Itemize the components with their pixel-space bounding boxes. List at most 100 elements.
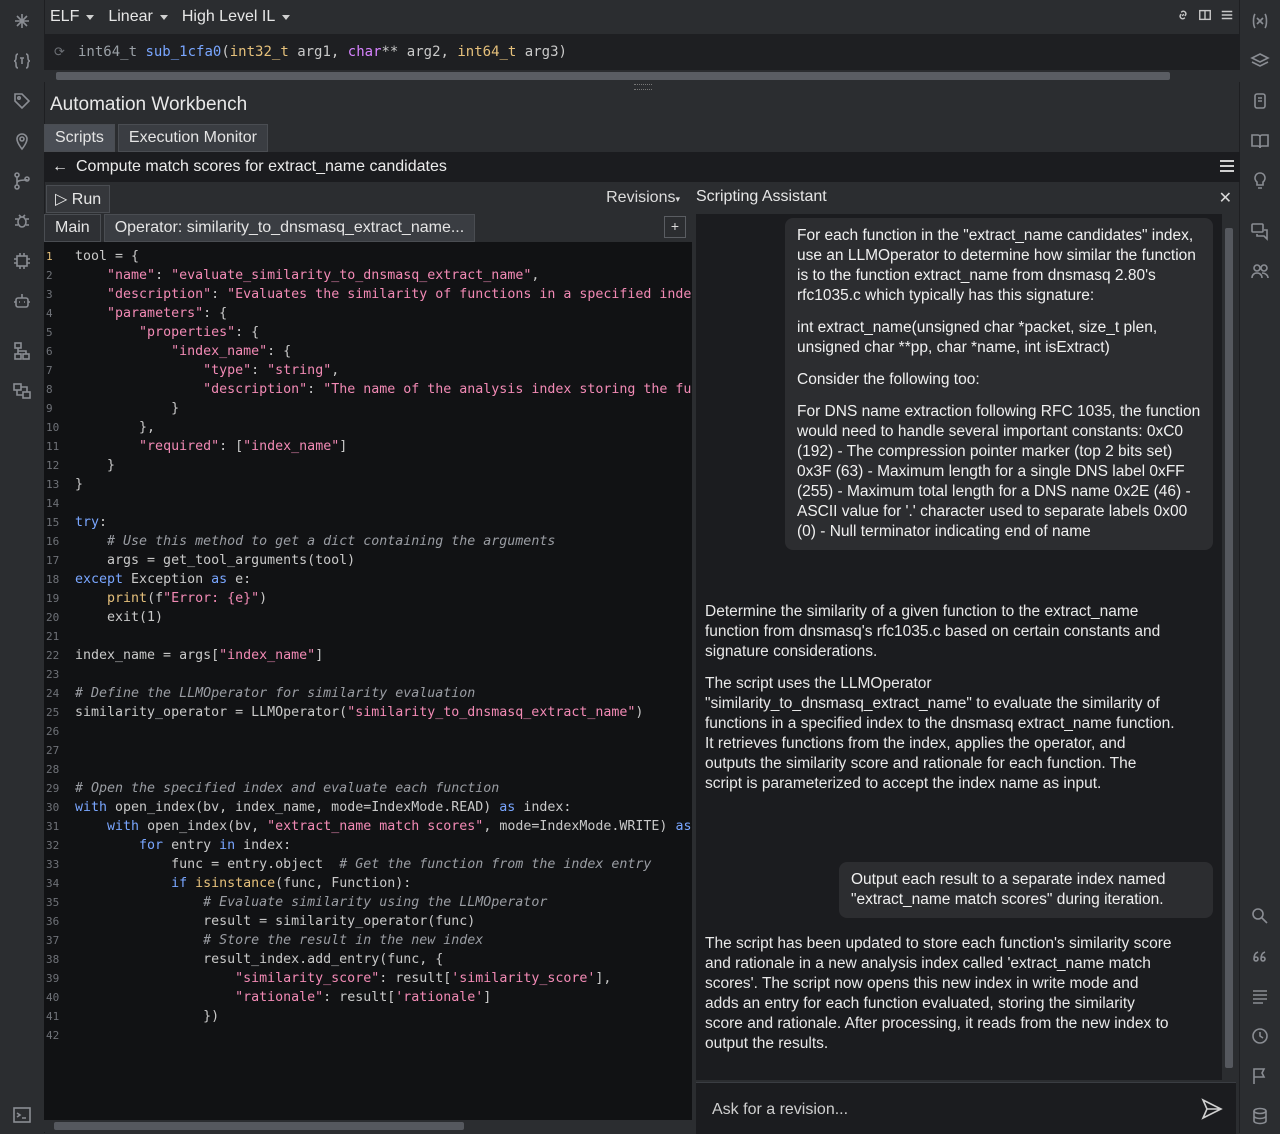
add-tab-button[interactable]: + — [664, 216, 686, 238]
tab-execution-monitor[interactable]: Execution Monitor — [117, 124, 268, 152]
code-line[interactable]: with open_index(bv, "extract_name match … — [75, 817, 692, 836]
back-arrow-icon[interactable]: ← — [52, 158, 68, 176]
code-line[interactable]: exit(1) — [75, 608, 692, 627]
code-token: "index_name" — [219, 648, 316, 663]
code-line[interactable]: } — [75, 456, 692, 475]
split-view-icon[interactable] — [1198, 8, 1212, 22]
location-icon[interactable] — [0, 126, 44, 156]
code-line[interactable]: # Use this method to get a dict containi… — [75, 532, 692, 551]
code-line[interactable]: "name": "evaluate_similarity_to_dnsmasq_… — [75, 266, 692, 285]
layout-dropdown[interactable]: Linear — [108, 8, 168, 26]
code-line[interactable]: "description": "Evaluates the similarity… — [75, 285, 692, 304]
code-line[interactable]: }, — [75, 418, 692, 437]
resize-grip[interactable] — [634, 84, 652, 90]
editor-hscrollbar[interactable] — [44, 1120, 692, 1132]
link-icon[interactable] — [1176, 8, 1190, 22]
code-token: ) — [259, 591, 268, 606]
code-line[interactable]: "required": ["index_name"] — [75, 437, 692, 456]
code-line[interactable]: "properties": { — [75, 323, 692, 342]
code-line[interactable]: # Evaluate similarity using the LLMOpera… — [75, 893, 692, 912]
code-line[interactable] — [75, 1026, 692, 1045]
bug-icon[interactable] — [0, 206, 44, 236]
code-line[interactable]: result_index.add_entry(func, { — [75, 950, 692, 969]
chip-icon[interactable] — [0, 246, 44, 276]
tab-main[interactable]: Main — [44, 214, 101, 242]
assistant-chat[interactable]: For each function in the "extract_name c… — [696, 214, 1222, 1080]
variables-icon[interactable] — [1240, 6, 1280, 36]
il-level-dropdown[interactable]: High Level IL — [182, 8, 291, 26]
code-line[interactable] — [75, 494, 692, 513]
code-line[interactable] — [75, 760, 692, 779]
code-line[interactable]: "similarity_score": result['similarity_s… — [75, 969, 692, 988]
assistant-message: Determine the similarity of a given func… — [705, 602, 1175, 806]
types-icon[interactable] — [0, 46, 44, 76]
code-line[interactable]: "parameters": { — [75, 304, 692, 323]
code-lines[interactable]: tool = { "name": "evaluate_similarity_to… — [75, 247, 692, 1045]
robot-icon[interactable] — [0, 286, 44, 316]
code-line[interactable]: func = entry.object # Get the function f… — [75, 855, 692, 874]
quote-icon[interactable] — [1240, 941, 1280, 971]
code-token: as — [211, 572, 228, 587]
tag-icon[interactable] — [0, 86, 44, 116]
flag-icon[interactable] — [1240, 1061, 1280, 1091]
list-icon[interactable] — [1240, 981, 1280, 1011]
code-line[interactable]: "description": "The name of the analysis… — [75, 380, 692, 399]
revisions-dropdown[interactable]: Revisions▾ — [606, 189, 680, 207]
run-button[interactable]: ▷ Run — [46, 185, 111, 213]
code-line[interactable]: args = get_tool_arguments(tool) — [75, 551, 692, 570]
code-line[interactable]: } — [75, 399, 692, 418]
database-icon[interactable] — [1240, 1101, 1280, 1131]
view-type-dropdown[interactable]: ELF — [50, 8, 95, 26]
history-icon[interactable] — [1240, 1021, 1280, 1051]
code-token: index: — [515, 800, 572, 815]
code-line[interactable]: for entry in index: — [75, 836, 692, 855]
lightbulb-icon[interactable] — [1240, 166, 1280, 196]
code-line[interactable]: } — [75, 475, 692, 494]
compare-icon[interactable] — [0, 376, 44, 406]
code-line[interactable]: # Open the specified index and evaluate … — [75, 779, 692, 798]
code-line[interactable]: "index_name": { — [75, 342, 692, 361]
close-icon[interactable]: ✕ — [1219, 188, 1232, 208]
code-line[interactable]: with open_index(bv, index_name, mode=Ind… — [75, 798, 692, 817]
code-line[interactable]: "type": "string", — [75, 361, 692, 380]
chat-icon[interactable] — [1240, 216, 1280, 246]
code-editor[interactable]: 1 2 3 4 5 6 7 8 9 10 11 12 13 14 15 16 17 18 19 20 21 22 23 24 2… — [44, 242, 692, 1122]
memory-icon[interactable] — [1240, 86, 1280, 116]
terminal-icon[interactable] — [0, 1100, 44, 1130]
code-line[interactable]: # Store the result in the new index — [75, 931, 692, 950]
hamburger-menu-icon[interactable] — [1220, 8, 1234, 22]
code-line[interactable]: if isinstance(func, Function): — [75, 874, 692, 893]
branch-icon[interactable] — [0, 166, 44, 196]
search-icon[interactable] — [1240, 901, 1280, 931]
code-line[interactable] — [75, 722, 692, 741]
function-name[interactable]: sub_1cfa0 — [145, 44, 221, 60]
function-signature-bar[interactable]: ⟳ int64_t sub_1cfa0(int32_t arg1, char **… — [44, 34, 1240, 70]
tab-operator[interactable]: Operator: similarity_to_dnsmasq_extract_… — [103, 214, 476, 242]
signature-hscrollbar[interactable] — [44, 70, 1240, 82]
code-line[interactable]: # Define the LLMOperator for similarity … — [75, 684, 692, 703]
code-line[interactable]: result = similarity_operator(func) — [75, 912, 692, 931]
layers-icon[interactable] — [1240, 46, 1280, 76]
assistant-vscrollbar[interactable] — [1222, 214, 1236, 1080]
code-line[interactable] — [75, 665, 692, 684]
code-token: "name" — [107, 268, 156, 283]
logo-icon[interactable] — [0, 6, 44, 36]
tab-scripts[interactable]: Scripts — [44, 124, 115, 152]
send-icon[interactable] — [1200, 1097, 1224, 1121]
code-line[interactable]: similarity_operator = LLMOperator("simil… — [75, 703, 692, 722]
revision-input[interactable] — [710, 1097, 1184, 1123]
script-menu-icon[interactable] — [1220, 160, 1234, 175]
code-line[interactable]: }) — [75, 1007, 692, 1026]
code-line[interactable]: "rationale": result['rationale'] — [75, 988, 692, 1007]
code-line[interactable]: try: — [75, 513, 692, 532]
code-line[interactable] — [75, 627, 692, 646]
code-line[interactable]: print(f"Error: {e}") — [75, 589, 692, 608]
code-line[interactable]: index_name = args["index_name"] — [75, 646, 692, 665]
code-line[interactable] — [75, 741, 692, 760]
code-line[interactable]: except Exception as e: — [75, 570, 692, 589]
hierarchy-icon[interactable] — [0, 336, 44, 366]
book-icon[interactable] — [1240, 126, 1280, 156]
code-line[interactable]: tool = { — [75, 247, 692, 266]
users-icon[interactable] — [1240, 256, 1280, 286]
